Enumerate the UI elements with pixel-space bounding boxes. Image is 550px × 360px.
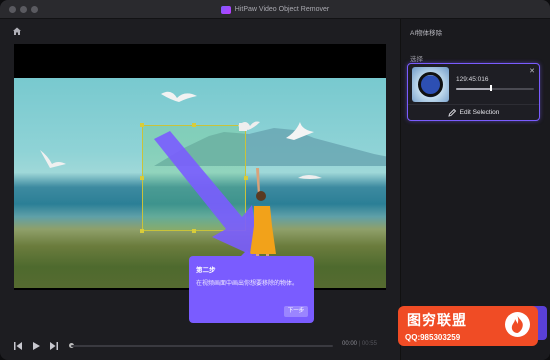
tooltip-caret bbox=[241, 250, 253, 256]
timeline-track[interactable] bbox=[71, 345, 333, 347]
watermark-badge: 图穷联盟 QQ:985303259 bbox=[398, 306, 538, 346]
tooltip-step-title: 第二步 bbox=[196, 267, 216, 274]
app-logo-icon bbox=[220, 5, 231, 14]
seagull-icon bbox=[238, 121, 260, 130]
seagull-icon bbox=[286, 122, 314, 140]
watermark-logo bbox=[505, 312, 530, 337]
previous-frame-icon[interactable] bbox=[12, 340, 24, 352]
close-icon[interactable]: ✕ bbox=[529, 67, 535, 75]
slider-fill bbox=[456, 88, 492, 90]
playback-controls: 00:00 | 00:55 bbox=[0, 336, 400, 360]
time-total: 00:55 bbox=[361, 341, 377, 347]
home-icon[interactable] bbox=[12, 26, 22, 36]
slider-knob[interactable] bbox=[490, 85, 493, 91]
play-icon[interactable] bbox=[30, 340, 42, 352]
window-title: HitPaw Video Object Remover bbox=[234, 6, 330, 13]
tooltip-body: 在视频画面中画出你想要移除的物体。 bbox=[196, 281, 299, 287]
window-title-group: HitPaw Video Object Remover bbox=[0, 0, 550, 19]
thumbnail-object bbox=[418, 72, 443, 97]
title-bar: HitPaw Video Object Remover bbox=[0, 0, 550, 19]
seagull-icon bbox=[40, 150, 66, 168]
edit-selection-button[interactable]: Edit Selection bbox=[408, 104, 539, 120]
onboarding-tooltip: 第二步 在视频画面中画出你想要移除的物体。 下一步 bbox=[189, 250, 314, 323]
timecode: 00:00 | 00:55 bbox=[342, 341, 377, 347]
pencil-icon bbox=[448, 108, 456, 117]
selection-slider[interactable] bbox=[456, 88, 534, 90]
app-window: HitPaw Video Object Remover × bbox=[0, 0, 550, 360]
person-figure bbox=[250, 168, 276, 262]
seagull-icon bbox=[298, 175, 322, 179]
next-step-button[interactable]: 下一步 bbox=[284, 306, 308, 317]
watermark-name: 图穷联盟 bbox=[407, 313, 467, 329]
selection-thumbnail bbox=[412, 67, 449, 102]
watermark-contact: QQ:985303259 bbox=[405, 333, 461, 342]
selection-section-label: 选择 bbox=[410, 56, 423, 63]
time-current: 00:00 bbox=[342, 341, 358, 347]
selection-time: 129:45:016 bbox=[456, 76, 489, 83]
selection-card[interactable]: 129:45:016 ✕ Edit Selection bbox=[407, 63, 540, 121]
video-preview[interactable]: × bbox=[14, 44, 386, 290]
edit-selection-label: Edit Selection bbox=[459, 109, 500, 116]
top-toolbar bbox=[0, 19, 400, 43]
flame-icon bbox=[511, 316, 523, 333]
next-frame-icon[interactable] bbox=[48, 340, 60, 352]
seagull-icon bbox=[161, 91, 197, 102]
sidebar-header: AI物体移除 bbox=[410, 30, 443, 37]
